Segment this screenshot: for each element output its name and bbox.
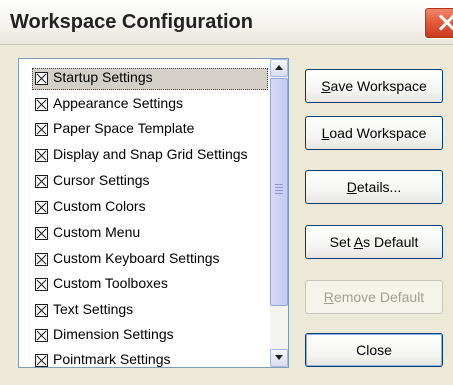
list-item-label: Custom Colors	[53, 198, 146, 214]
details-button[interactable]: Details...	[305, 170, 443, 204]
checkbox[interactable]	[35, 227, 48, 240]
accelerator-key: D	[346, 179, 357, 195]
list-item-label: Cursor Settings	[53, 172, 150, 188]
title-bar: Workspace Configuration	[0, 0, 453, 45]
workspace-items-listbox[interactable]: Startup Settings Appearance Settings Pap…	[18, 58, 289, 368]
list-item[interactable]: Custom Toolboxes	[19, 273, 270, 299]
list-item-label: Custom Keyboard Settings	[53, 250, 220, 266]
checkbox[interactable]	[35, 329, 48, 342]
list-item-label: Custom Toolboxes	[53, 275, 168, 291]
button-label-part: emove Default	[333, 289, 425, 305]
scroll-down-button[interactable]	[270, 349, 288, 367]
list-item[interactable]: Custom Menu	[19, 222, 270, 248]
list-item-label: Paper Space Template	[53, 120, 195, 136]
list-item-label: Startup Settings	[53, 69, 153, 85]
checkbox[interactable]	[35, 98, 48, 111]
accelerator-key: A	[353, 234, 364, 250]
list-item-label: Custom Menu	[53, 224, 141, 240]
list-item-label: Appearance Settings	[53, 95, 183, 111]
grip-line	[275, 187, 283, 188]
list-item-label: Pointmark Settings	[53, 351, 171, 367]
checkbox[interactable]	[35, 123, 48, 136]
scrollbar-thumb[interactable]	[270, 78, 288, 306]
button-label-part: etails...	[356, 179, 402, 195]
remove-default-button[interactable]: Remove Default	[305, 280, 443, 314]
button-label: Close	[356, 342, 392, 358]
list-item[interactable]: Custom Keyboard Settings	[19, 248, 270, 274]
button-label-part: oad Workspace	[329, 125, 427, 141]
list-item[interactable]: Paper Space Template	[19, 118, 270, 144]
button-label-part: Set	[329, 234, 354, 250]
list-item[interactable]: Pointmark Settings	[19, 349, 270, 367]
checkbox[interactable]	[35, 149, 48, 162]
workspace-configuration-dialog: Workspace Configuration Startup Settings…	[0, 0, 453, 385]
checkbox[interactable]	[35, 175, 48, 188]
chevron-up-icon	[275, 65, 283, 70]
checkbox[interactable]	[35, 304, 48, 317]
close-button[interactable]: Close	[305, 333, 443, 367]
accelerator-key: S	[321, 78, 331, 94]
checkbox[interactable]	[35, 278, 48, 291]
list-item-label: Dimension Settings	[53, 326, 174, 342]
button-label-part: ave Workspace	[330, 78, 427, 94]
checkbox[interactable]	[35, 72, 48, 85]
grip-line	[275, 190, 283, 191]
chevron-down-icon	[275, 355, 283, 360]
list-item[interactable]: Dimension Settings	[19, 324, 270, 350]
list-area: Startup Settings Appearance Settings Pap…	[19, 59, 270, 367]
set-as-default-button[interactable]: Set As Default	[305, 225, 443, 259]
save-workspace-button[interactable]: Save Workspace	[305, 69, 443, 103]
vertical-scrollbar[interactable]	[270, 59, 288, 367]
grip-line	[275, 193, 283, 194]
checkbox[interactable]	[35, 354, 48, 367]
list-item[interactable]: Appearance Settings	[19, 93, 270, 119]
load-workspace-button[interactable]: Load Workspace	[305, 116, 443, 150]
accelerator-key: R	[323, 289, 334, 305]
list-item[interactable]: Display and Snap Grid Settings	[19, 144, 270, 170]
close-icon[interactable]	[424, 7, 453, 39]
grip-line	[275, 184, 283, 185]
scroll-up-button[interactable]	[270, 59, 288, 77]
window-title: Workspace Configuration	[10, 11, 253, 33]
button-label-part: s Default	[363, 234, 419, 250]
checkbox[interactable]	[35, 253, 48, 266]
list-item-label: Text Settings	[53, 301, 134, 317]
list-item[interactable]: Custom Colors	[19, 196, 270, 222]
list-item[interactable]: Cursor Settings	[19, 170, 270, 196]
list-item-label: Display and Snap Grid Settings	[53, 146, 248, 162]
list-item[interactable]: Startup Settings	[19, 67, 270, 93]
list-item[interactable]: Text Settings	[19, 299, 270, 325]
checkbox[interactable]	[35, 201, 48, 214]
